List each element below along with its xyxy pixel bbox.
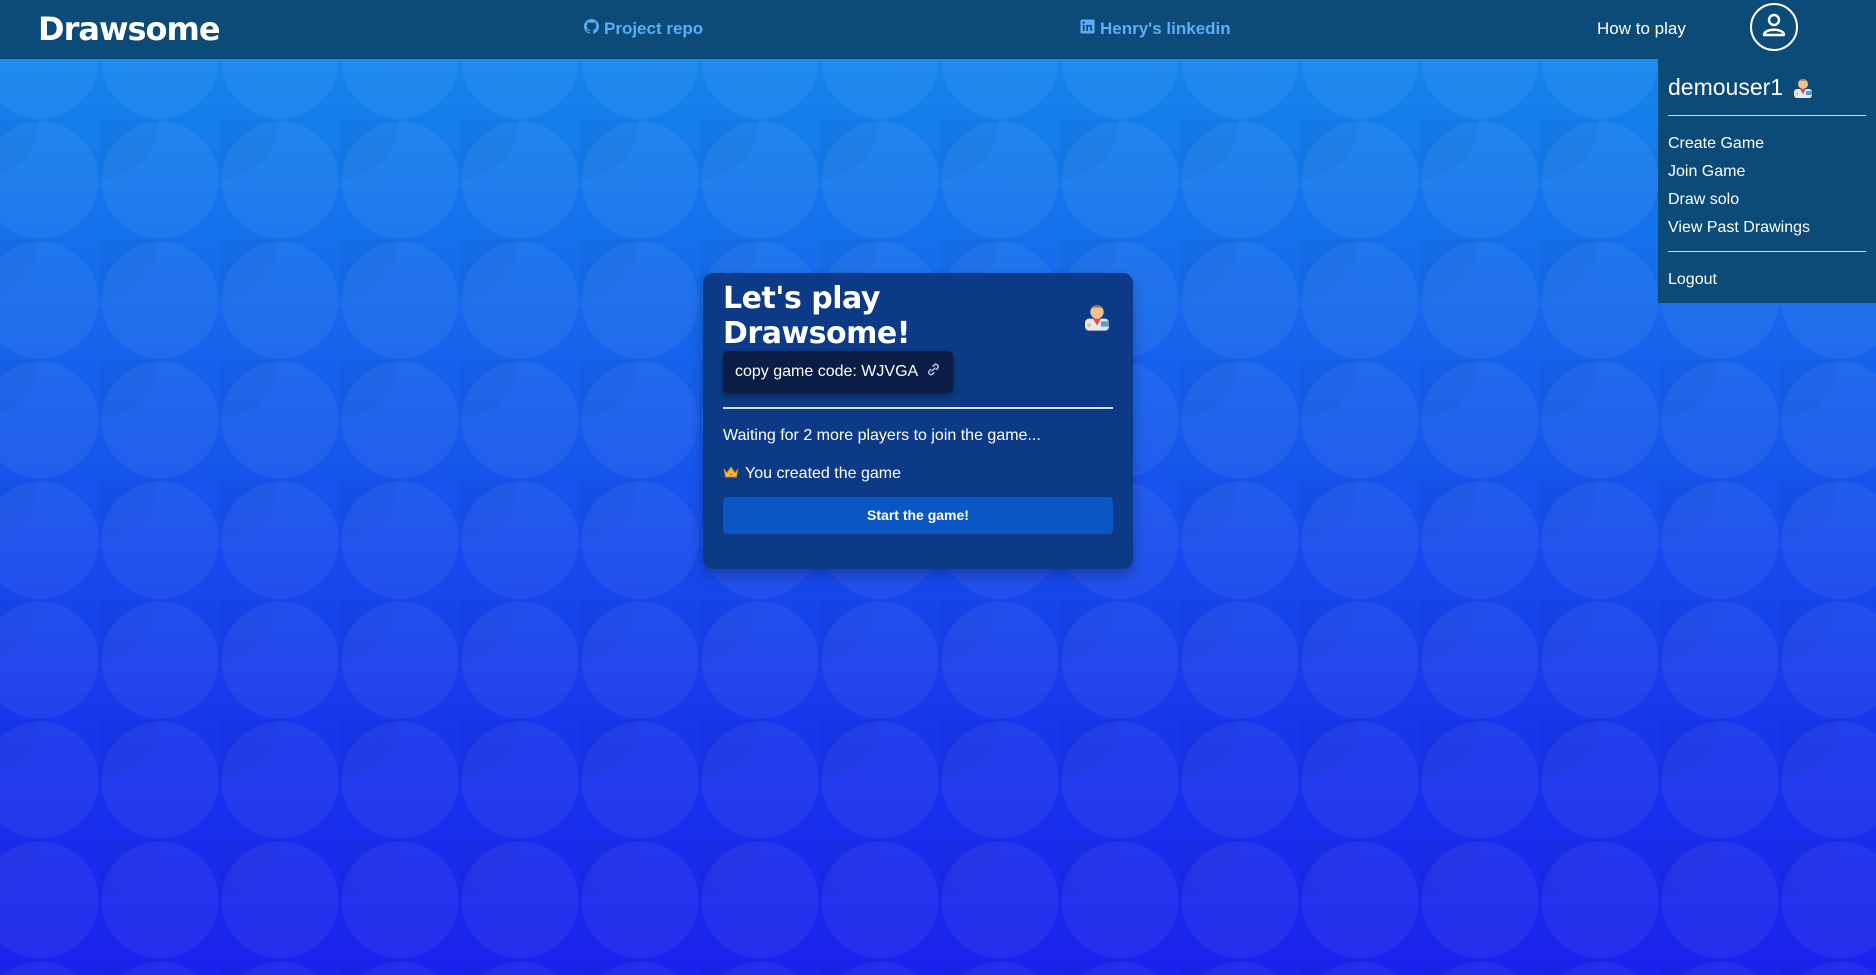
menu-item-logout[interactable]: Logout: [1668, 266, 1866, 294]
link-icon: [926, 362, 941, 382]
project-repo-label: Project repo: [604, 19, 704, 38]
artist-emoji-icon: [1081, 300, 1113, 332]
profile-dropdown-menu: demouser1 Create Game Join Game Draw sol…: [1658, 59, 1876, 303]
top-navbar: Drawsome Project repo Henry's linkedin H…: [0, 0, 1876, 59]
copy-game-code-button[interactable]: copy game code: WJVGA: [723, 351, 954, 393]
menu-item-view-past-drawings[interactable]: View Past Drawings: [1668, 214, 1866, 242]
game-lobby-card: Let's play Drawsome! copy game code: WJV…: [703, 273, 1133, 569]
profile-menu-button[interactable]: [1750, 3, 1798, 51]
linkedin-link[interactable]: Henry's linkedin: [1080, 19, 1231, 39]
github-icon: [584, 19, 599, 39]
crown-icon: [723, 465, 739, 484]
how-to-play-link[interactable]: How to play: [1597, 19, 1686, 39]
creator-status-text: You created the game: [745, 465, 901, 482]
menu-item-create-game[interactable]: Create Game: [1668, 130, 1866, 158]
dropdown-divider: [1668, 115, 1866, 116]
menu-item-draw-solo[interactable]: Draw solo: [1668, 186, 1866, 214]
brand-logo[interactable]: Drawsome: [38, 10, 221, 48]
lobby-title: Let's play Drawsome!: [723, 281, 1113, 351]
dropdown-username: demouser1: [1668, 69, 1866, 105]
linkedin-icon: [1080, 19, 1095, 39]
dropdown-divider: [1668, 251, 1866, 252]
waiting-status-text: Waiting for 2 more players to join the g…: [723, 426, 1041, 444]
user-circle-icon: [1759, 10, 1789, 45]
start-game-button[interactable]: Start the game!: [723, 496, 1113, 534]
lobby-title-text: Let's play Drawsome!: [723, 281, 910, 351]
linkedin-label: Henry's linkedin: [1100, 19, 1231, 38]
creator-status: You created the game: [723, 465, 1113, 484]
username-label: demouser1: [1668, 73, 1784, 100]
project-repo-link[interactable]: Project repo: [584, 19, 703, 39]
artist-emoji-icon: [1791, 75, 1815, 99]
copy-game-code-label: copy game code: WJVGA: [735, 363, 919, 380]
menu-item-join-game[interactable]: Join Game: [1668, 158, 1866, 186]
card-divider: [723, 407, 1113, 409]
